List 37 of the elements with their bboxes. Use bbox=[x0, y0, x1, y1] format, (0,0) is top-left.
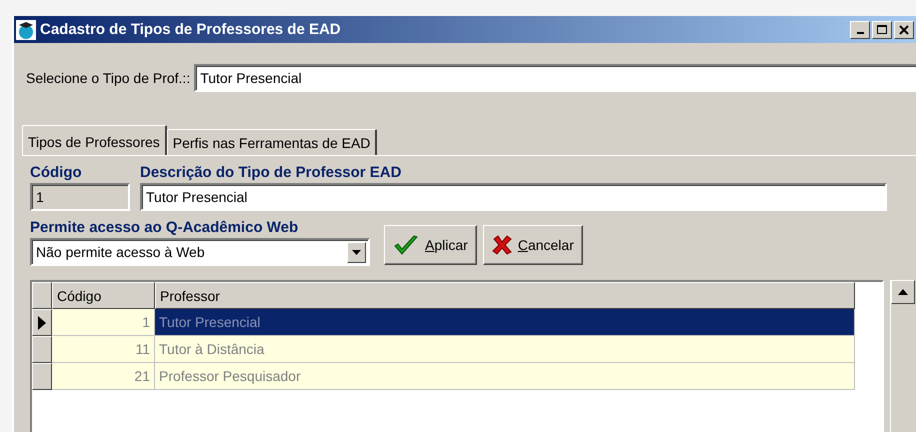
table-cell: 11 bbox=[52, 336, 155, 363]
checkmark-icon bbox=[393, 234, 419, 256]
cross-icon bbox=[492, 235, 512, 255]
description-field[interactable]: Tutor Presencial bbox=[140, 183, 887, 211]
access-label: Permite acesso ao Q-Acadêmico Web bbox=[30, 219, 300, 236]
table-cell: 1 bbox=[52, 309, 155, 336]
table-cell: Professor Pesquisador bbox=[155, 363, 855, 390]
column-header[interactable]: Código bbox=[52, 282, 155, 309]
row-indicator[interactable] bbox=[32, 309, 52, 336]
maximize-button[interactable] bbox=[872, 20, 892, 38]
tab[interactable]: Tipos de Professores bbox=[22, 125, 167, 155]
table-cell: Tutor Presencial bbox=[155, 309, 855, 336]
row-indicator[interactable] bbox=[32, 363, 52, 390]
row-pointer-icon bbox=[38, 316, 46, 330]
code-label: Código bbox=[30, 164, 83, 181]
column-header[interactable]: Professor bbox=[155, 282, 855, 309]
table-cell: 21 bbox=[52, 363, 155, 390]
code-field[interactable]: 1 bbox=[30, 183, 130, 211]
row-indicator[interactable] bbox=[32, 336, 52, 363]
minimize-icon bbox=[856, 32, 864, 34]
type-select-field[interactable]: Tutor Presencial bbox=[194, 64, 916, 92]
window-title: Cadastro de Tipos de Professores de EAD bbox=[40, 21, 342, 38]
table-cell: Tutor à Distância bbox=[155, 336, 855, 363]
close-icon bbox=[899, 24, 909, 34]
minimize-button[interactable] bbox=[850, 20, 870, 38]
scrollbar[interactable] bbox=[890, 280, 915, 432]
selector-label: Selecione o Tipo de Prof.:: bbox=[26, 70, 190, 86]
maximize-icon bbox=[877, 24, 887, 34]
tab[interactable]: Perfis nas Ferramentas de EAD bbox=[166, 129, 378, 155]
app-icon bbox=[16, 20, 36, 40]
scroll-up-arrow-icon bbox=[898, 289, 908, 295]
description-label: Descrição do Tipo de Professor EAD bbox=[140, 164, 402, 181]
apply-button[interactable]: Aplicar bbox=[384, 225, 477, 265]
cancel-button[interactable]: Cancelar bbox=[482, 225, 583, 265]
close-button[interactable] bbox=[894, 20, 914, 38]
access-dropdown[interactable]: Não permite acesso à Web bbox=[30, 238, 370, 266]
dropdown-arrow-icon bbox=[352, 250, 361, 254]
